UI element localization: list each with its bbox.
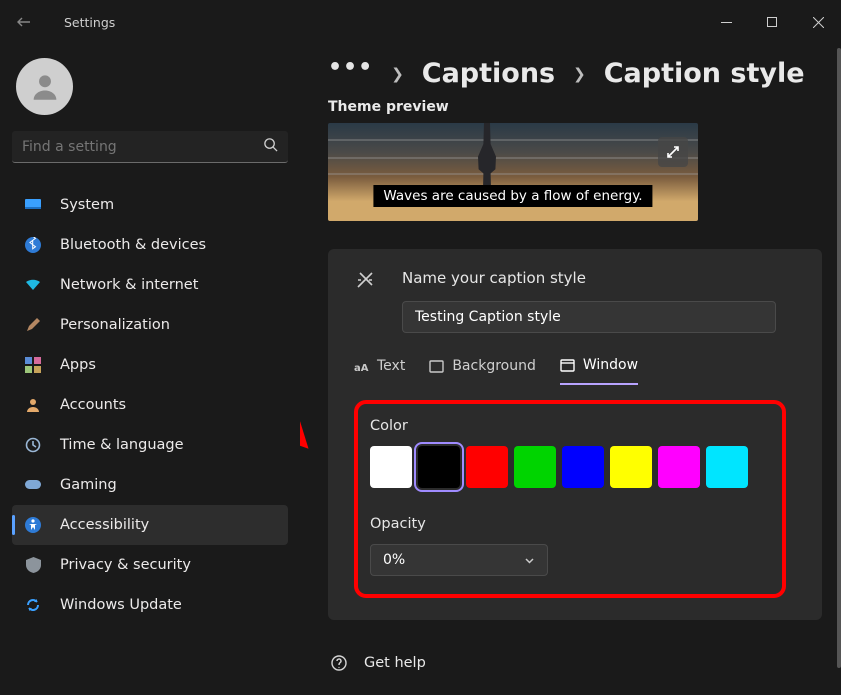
search-input-wrap[interactable] (12, 131, 288, 163)
titlebar-left: Settings (4, 2, 115, 42)
maximize-button[interactable] (749, 6, 795, 38)
sidebar-item-privacy[interactable]: Privacy & security (12, 545, 288, 585)
sidebar: System Bluetooth & devices Network & int… (0, 44, 300, 695)
annotation-arrow (300, 328, 323, 458)
apps-icon (24, 356, 42, 374)
update-icon (24, 596, 42, 614)
nav-label: Personalization (60, 317, 170, 333)
minimize-button[interactable] (703, 6, 749, 38)
app-title: Settings (64, 15, 115, 30)
sidebar-item-accessibility[interactable]: Accessibility (12, 505, 288, 545)
wifi-icon (24, 276, 42, 294)
accessibility-icon (24, 516, 42, 534)
monitor-icon (24, 196, 42, 214)
shield-icon (24, 556, 42, 574)
color-swatch[interactable] (610, 446, 652, 488)
name-style-label: Name your caption style (402, 269, 796, 287)
bluetooth-icon (24, 236, 42, 254)
titlebar: Settings (0, 0, 841, 44)
nav-label: Bluetooth & devices (60, 237, 206, 253)
tab-label: Background (452, 358, 536, 374)
chevron-right-icon: ❯ (391, 65, 404, 83)
chevron-right-icon: ❯ (573, 65, 586, 83)
color-swatch[interactable] (418, 446, 460, 488)
sidebar-item-bluetooth[interactable]: Bluetooth & devices (12, 225, 288, 265)
opacity-label: Opacity (370, 516, 770, 532)
preview-caption-text: Waves are caused by a flow of energy. (373, 185, 652, 207)
sidebar-item-time-language[interactable]: Time & language (12, 425, 288, 465)
nav-label: Apps (60, 357, 96, 373)
chevron-down-icon (524, 555, 535, 566)
color-swatch[interactable] (370, 446, 412, 488)
sidebar-item-personalization[interactable]: Personalization (12, 305, 288, 345)
nav-label: Gaming (60, 477, 117, 493)
background-icon (429, 360, 444, 373)
sidebar-item-network[interactable]: Network & internet (12, 265, 288, 305)
account-icon (24, 396, 42, 414)
sidebar-item-gaming[interactable]: Gaming (12, 465, 288, 505)
gamepad-icon (24, 476, 42, 494)
expand-icon (666, 145, 680, 159)
expand-preview-button[interactable] (658, 137, 688, 167)
theme-preview: Waves are caused by a flow of energy. (328, 123, 698, 221)
window-controls (703, 6, 841, 38)
color-swatch[interactable] (706, 446, 748, 488)
content: ••• ❯ Captions ❯ Caption style Theme pre… (300, 44, 841, 695)
color-label: Color (370, 418, 770, 434)
close-button[interactable] (795, 6, 841, 38)
window-icon (560, 359, 575, 372)
help-icon (330, 654, 348, 672)
clock-icon (24, 436, 42, 454)
nav-label: System (60, 197, 114, 213)
caption-style-name-input[interactable] (402, 301, 776, 333)
nav-label: Accessibility (60, 517, 149, 533)
sidebar-item-apps[interactable]: Apps (12, 345, 288, 385)
get-help-link[interactable]: Get help (330, 654, 831, 672)
nav-label: Windows Update (60, 597, 182, 613)
sidebar-item-windows-update[interactable]: Windows Update (12, 585, 288, 625)
opacity-dropdown[interactable]: 0% (370, 544, 548, 576)
maximize-icon (767, 17, 777, 27)
caption-tabs: aA Text Background Window (354, 357, 796, 386)
color-swatch[interactable] (466, 446, 508, 488)
nav-label: Time & language (60, 437, 184, 453)
annotation-highlight-box: Color Opacity 0% (354, 400, 786, 598)
tab-text[interactable]: aA Text (354, 357, 405, 385)
svg-text:aA: aA (354, 363, 369, 373)
tab-background[interactable]: Background (429, 357, 536, 385)
breadcrumb: ••• ❯ Captions ❯ Caption style (328, 58, 831, 89)
sidebar-item-system[interactable]: System (12, 185, 288, 225)
close-icon (813, 17, 824, 28)
sidebar-item-accounts[interactable]: Accounts (12, 385, 288, 425)
theme-preview-label: Theme preview (328, 99, 831, 115)
caption-style-card: Name your caption style aA Text Backgrou… (328, 249, 822, 620)
vertical-scrollbar[interactable] (837, 48, 841, 668)
back-button[interactable] (4, 2, 44, 42)
nav-list: System Bluetooth & devices Network & int… (12, 185, 288, 625)
nav-label: Privacy & security (60, 557, 191, 573)
search-icon (263, 137, 278, 156)
design-icon (354, 269, 376, 295)
back-arrow-icon (16, 14, 32, 30)
color-swatch[interactable] (562, 446, 604, 488)
nav-label: Network & internet (60, 277, 198, 293)
color-swatch[interactable] (514, 446, 556, 488)
minimize-icon (721, 17, 732, 28)
search-input[interactable] (22, 139, 263, 155)
text-icon: aA (354, 360, 369, 373)
tab-label: Window (583, 357, 638, 373)
user-avatar[interactable] (16, 58, 73, 115)
tab-label: Text (377, 358, 405, 374)
breadcrumb-captions[interactable]: Captions (422, 58, 555, 89)
paintbrush-icon (24, 316, 42, 334)
color-swatches (370, 446, 770, 488)
user-icon (28, 70, 62, 104)
color-swatch[interactable] (658, 446, 700, 488)
nav-label: Accounts (60, 397, 126, 413)
breadcrumb-caption-style: Caption style (604, 58, 805, 89)
help-label: Get help (364, 655, 426, 671)
tab-window[interactable]: Window (560, 357, 638, 385)
opacity-value: 0% (383, 552, 405, 568)
